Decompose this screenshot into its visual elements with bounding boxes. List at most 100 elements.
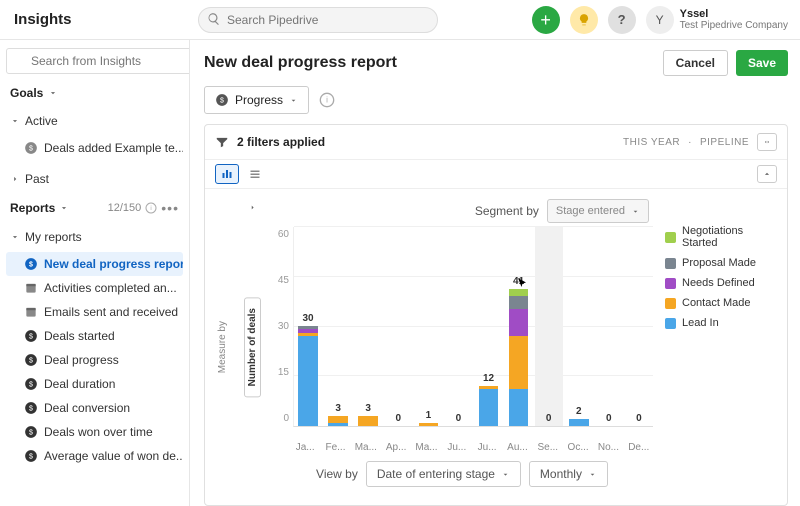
past-group[interactable]: Past bbox=[6, 166, 183, 188]
legend-item[interactable]: Proposal Made bbox=[665, 257, 775, 269]
sidebar-item[interactable]: $Deals started bbox=[6, 324, 183, 348]
legend-item[interactable]: Lead In bbox=[665, 317, 775, 329]
my-reports-group[interactable]: My reports bbox=[6, 224, 183, 246]
info-icon[interactable]: i bbox=[145, 202, 157, 214]
sidebar-item[interactable]: $Deal progress bbox=[6, 348, 183, 372]
collapse-icon bbox=[762, 137, 772, 147]
y-tick: 30 bbox=[278, 321, 289, 332]
bar-column[interactable]: 0 bbox=[535, 227, 563, 426]
chart-view-bar[interactable] bbox=[215, 164, 239, 184]
add-button[interactable]: + bbox=[532, 6, 560, 34]
bar-column[interactable]: 0 bbox=[595, 227, 623, 426]
bar-total: 0 bbox=[395, 413, 401, 424]
svg-text:$: $ bbox=[220, 97, 224, 104]
chart-plot: 604530150 303301012410200 bbox=[271, 227, 653, 440]
calendar-icon bbox=[24, 281, 38, 295]
sidebar-item[interactable]: $Deals won over time bbox=[6, 420, 183, 444]
bar-column[interactable]: 30 bbox=[294, 227, 322, 426]
bar-column[interactable]: 0 bbox=[384, 227, 412, 426]
chevron-right-icon bbox=[248, 203, 257, 212]
bar-column[interactable]: 41 bbox=[505, 227, 533, 426]
x-tick: Ma... bbox=[352, 442, 380, 453]
sidebar-item[interactable]: Emails sent and received bbox=[6, 300, 183, 324]
page-title: New deal progress report bbox=[204, 54, 397, 72]
y-tick: 60 bbox=[278, 229, 289, 240]
bar-column[interactable]: 0 bbox=[625, 227, 653, 426]
goals-section[interactable]: Goals bbox=[6, 80, 183, 102]
reports-section[interactable]: Reports 12/150 i ••• bbox=[6, 194, 183, 218]
metric-select[interactable]: $ Progress bbox=[204, 86, 309, 114]
x-tick: De... bbox=[625, 442, 653, 453]
more-icon[interactable]: ••• bbox=[161, 200, 179, 216]
bar-total: 3 bbox=[365, 403, 371, 414]
bar-column[interactable]: 1 bbox=[414, 227, 442, 426]
sidebar-search-input[interactable] bbox=[6, 48, 190, 74]
avatar: Y bbox=[646, 6, 674, 34]
legend-item[interactable]: Contact Made bbox=[665, 297, 775, 309]
active-group[interactable]: Active bbox=[6, 108, 183, 130]
dollar-icon: $ bbox=[24, 425, 38, 439]
bar-segment bbox=[479, 389, 499, 426]
legend-item[interactable]: Needs Defined bbox=[665, 277, 775, 289]
bar-total: 12 bbox=[483, 373, 494, 384]
period-label: THIS YEAR bbox=[623, 137, 680, 148]
user-block[interactable]: Y Yssel Test Pipedrive Company bbox=[646, 6, 788, 34]
x-tick: Ma... bbox=[412, 442, 440, 453]
chevron-down-icon bbox=[289, 96, 298, 105]
legend-item[interactable]: Negotiations Started bbox=[665, 225, 775, 249]
bar-segment bbox=[328, 423, 348, 426]
chart-view-table[interactable] bbox=[243, 164, 267, 184]
dollar-icon: $ bbox=[24, 449, 38, 463]
bar-segment bbox=[509, 289, 529, 296]
bar-column[interactable]: 2 bbox=[565, 227, 593, 426]
collapse-button[interactable] bbox=[757, 133, 777, 151]
save-button[interactable]: Save bbox=[736, 50, 788, 76]
report-card: 2 filters applied THIS YEAR · PIPELINE bbox=[204, 124, 788, 506]
expand-button[interactable] bbox=[757, 165, 777, 183]
bar-column[interactable]: 3 bbox=[354, 227, 382, 426]
bar-total: 3 bbox=[335, 403, 341, 414]
x-tick: No... bbox=[594, 442, 622, 453]
svg-text:$: $ bbox=[29, 333, 33, 340]
segment-select[interactable]: Stage entered bbox=[547, 199, 649, 223]
tips-button[interactable] bbox=[570, 6, 598, 34]
chevron-right-icon bbox=[10, 174, 20, 184]
calendar-icon bbox=[24, 305, 38, 319]
y-tick: 15 bbox=[278, 367, 289, 378]
bar-total: 0 bbox=[546, 413, 552, 424]
bar-total: 0 bbox=[636, 413, 642, 424]
yaxis-select[interactable]: Number of deals bbox=[244, 297, 261, 397]
svg-text:$: $ bbox=[29, 405, 33, 412]
x-tick: Ap... bbox=[382, 442, 410, 453]
sidebar-item[interactable]: $Deal duration bbox=[6, 372, 183, 396]
sidebar-item[interactable]: $New deal progress report bbox=[6, 252, 183, 276]
sidebar-item[interactable]: Activities completed an... bbox=[6, 276, 183, 300]
svg-text:$: $ bbox=[29, 381, 33, 388]
cancel-button[interactable]: Cancel bbox=[663, 50, 728, 76]
goal-item[interactable]: $ Deals added Example te... bbox=[6, 136, 183, 160]
dollar-icon: $ bbox=[24, 401, 38, 415]
list-icon bbox=[248, 168, 262, 180]
bar-total: 0 bbox=[606, 413, 612, 424]
chevron-down-icon bbox=[10, 116, 20, 126]
segment-by-label: Segment by bbox=[475, 204, 539, 218]
global-search-input[interactable] bbox=[198, 7, 438, 33]
bar-total: 1 bbox=[426, 410, 432, 421]
y-tick: 0 bbox=[283, 413, 289, 424]
chevron-down-icon bbox=[10, 232, 20, 242]
help-button[interactable]: ? bbox=[608, 6, 636, 34]
user-company: Test Pipedrive Company bbox=[680, 20, 788, 31]
bar-column[interactable]: 0 bbox=[444, 227, 472, 426]
view-by-select[interactable]: Date of entering stage bbox=[366, 461, 521, 487]
filters-button[interactable]: 2 filters applied bbox=[215, 135, 325, 149]
chevron-up-icon bbox=[762, 169, 772, 179]
interval-select[interactable]: Monthly bbox=[529, 461, 608, 487]
x-tick: Se... bbox=[534, 442, 562, 453]
content: New deal progress report Cancel Save $ P… bbox=[190, 40, 800, 506]
sidebar-item[interactable]: $Deal conversion bbox=[6, 396, 183, 420]
bar-segment bbox=[509, 309, 529, 336]
bar-column[interactable]: 12 bbox=[474, 227, 502, 426]
sidebar-item[interactable]: $Average value of won de... bbox=[6, 444, 183, 468]
info-icon[interactable]: i bbox=[319, 92, 335, 108]
bar-column[interactable]: 3 bbox=[324, 227, 352, 426]
